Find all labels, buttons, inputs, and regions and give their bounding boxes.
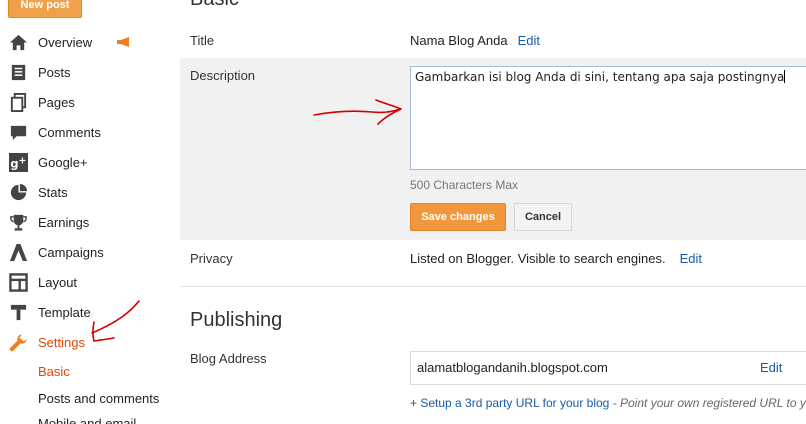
privacy-edit-link[interactable]: Edit [680, 251, 702, 266]
sidebar-item-layout[interactable]: Layout [0, 270, 170, 294]
layout-icon [9, 272, 28, 292]
sidebar-item-earnings[interactable]: Earnings [0, 210, 170, 234]
trophy-icon [10, 214, 27, 231]
setup-hint-text: - Point your own registered URL to y [609, 396, 806, 410]
sidebar-item-comments[interactable]: Comments [0, 120, 170, 144]
sidebar-item-settings[interactable]: Settings [0, 330, 170, 354]
sidebar-item-label: Template [38, 304, 91, 320]
pages-icon [10, 92, 27, 112]
blog-address-label: Blog Address [190, 351, 267, 366]
sidebar-item-label: Layout [38, 274, 78, 290]
sidebar-item-label: Earnings [38, 214, 90, 230]
cancel-button[interactable]: Cancel [514, 203, 572, 231]
title-edit-link[interactable]: Edit [518, 33, 540, 48]
sidebar-item-stats[interactable]: Stats [0, 180, 170, 204]
wrench-icon [9, 333, 27, 351]
sidebar-item-pages[interactable]: Pages [0, 90, 170, 114]
section-title-basic: Basic [190, 0, 239, 11]
posts-icon [11, 64, 26, 80]
sidebar-item-campaigns[interactable]: Campaigns [0, 240, 170, 264]
home-icon [9, 34, 28, 50]
comment-icon [10, 125, 27, 140]
text-caret [784, 70, 786, 83]
sidebar-item-label: Google+ [38, 154, 88, 170]
sidebar-item-label: Posts [38, 64, 71, 80]
third-party-url-line: + Setup a 3rd party URL for your blog - … [410, 396, 806, 410]
sidebar-item-label: Pages [38, 94, 75, 110]
section-title-publishing: Publishing [190, 309, 283, 331]
char-limit-hint: 500 Characters Max [410, 178, 519, 192]
sidebar-item-label: Stats [38, 184, 68, 200]
sidebar: New post Overview Posts Pages Comments g… [0, 0, 180, 424]
sidebar-item-template[interactable]: Template [0, 300, 170, 324]
sidebar-item-overview[interactable]: Overview [0, 30, 170, 54]
setup-third-party-url-link[interactable]: + Setup a 3rd party URL for your blog [410, 396, 609, 410]
settings-main-panel: Basic Title Nama Blog Anda Edit Descripti… [180, 0, 806, 424]
blog-address-value: alamatblogandanih.blogspot.com [417, 360, 608, 375]
pie-chart-icon [10, 183, 28, 200]
description-textarea[interactable]: Gambarkan isi blog Anda di sini, tentang… [410, 66, 806, 170]
section-divider [180, 286, 806, 287]
blog-address-box: alamatblogandanih.blogspot.com Edit [410, 351, 806, 385]
sidebar-subitem-mobile-and-email[interactable]: Mobile and email [38, 416, 136, 424]
sidebar-item-googleplus[interactable]: g + Google+ [0, 150, 170, 174]
sidebar-subitem-basic[interactable]: Basic [38, 364, 70, 379]
privacy-value: Listed on Blogger. Visible to search eng… [410, 251, 666, 266]
megaphone-icon [117, 37, 129, 47]
description-label: Description [190, 68, 256, 83]
sidebar-item-label: Overview [38, 34, 93, 50]
title-value-wrap: Nama Blog Anda Edit [410, 33, 540, 48]
privacy-label: Privacy [190, 251, 233, 266]
blog-title-value: Nama Blog Anda [410, 33, 508, 48]
googleplus-icon: g + [9, 152, 28, 172]
svg-text:g: g [10, 156, 18, 170]
sidebar-item-label: Settings [38, 334, 85, 350]
template-icon [10, 304, 27, 320]
new-post-button[interactable]: New post [8, 0, 82, 18]
description-section: Description Gambarkan isi blog Anda di s… [180, 58, 806, 240]
save-changes-button[interactable]: Save changes [410, 203, 506, 231]
svg-text:+: + [19, 155, 27, 166]
sidebar-item-posts[interactable]: Posts [0, 60, 170, 84]
description-text: Gambarkan isi blog Anda di sini, tentang… [415, 70, 785, 84]
title-label: Title [190, 33, 215, 48]
sidebar-item-label: Campaigns [38, 244, 104, 260]
sidebar-item-label: Comments [38, 124, 101, 140]
campaigns-icon [9, 243, 28, 261]
sidebar-subitem-posts-and-comments[interactable]: Posts and comments [38, 391, 159, 406]
privacy-value-wrap: Listed on Blogger. Visible to search eng… [410, 251, 702, 266]
blog-address-edit-link[interactable]: Edit [760, 360, 782, 375]
